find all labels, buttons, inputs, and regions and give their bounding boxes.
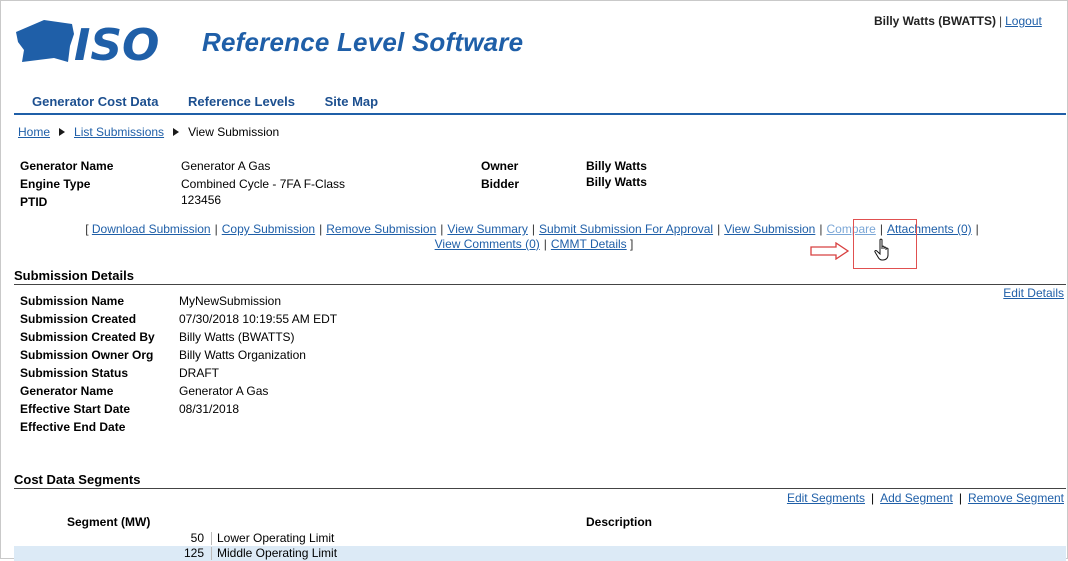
copy-submission-link[interactable]: Copy Submission bbox=[222, 222, 315, 236]
field-value: Billy Watts Organization bbox=[179, 348, 306, 362]
field-label: Submission Status bbox=[20, 366, 129, 380]
page-frame bbox=[0, 0, 1068, 559]
field-label: Submission Owner Org bbox=[20, 348, 154, 362]
cmmt-details-link[interactable]: CMMT Details bbox=[551, 237, 627, 251]
view-summary-link[interactable]: View Summary bbox=[447, 222, 527, 236]
segment-mw: 125 bbox=[183, 546, 204, 560]
add-segment-link[interactable]: Add Segment bbox=[880, 491, 953, 505]
hand-cursor-icon bbox=[874, 238, 889, 261]
bidder-label: Bidder bbox=[481, 177, 520, 191]
main-nav: Generator Cost Data Reference Levels Sit… bbox=[32, 94, 404, 109]
segment-mw: 50 bbox=[190, 531, 204, 545]
edit-segments-link[interactable]: Edit Segments bbox=[787, 491, 865, 505]
field-label: Effective End Date bbox=[20, 420, 126, 434]
ny-state-logo-icon bbox=[16, 20, 74, 62]
table-row: 50 Lower Operating Limit bbox=[14, 531, 1066, 546]
field-label: Submission Name bbox=[20, 294, 125, 308]
engine-type-label: Engine Type bbox=[20, 177, 91, 191]
breadcrumb: Home List Submissions View Submission bbox=[18, 125, 279, 139]
cost-segments-title: Cost Data Segments bbox=[14, 472, 141, 487]
user-name: Billy Watts (BWATTS) bbox=[874, 14, 996, 28]
iso-logo: ISO bbox=[16, 20, 159, 70]
generator-name-label: Generator Name bbox=[20, 159, 114, 173]
user-separator: | bbox=[999, 14, 1003, 28]
app-title: Reference Level Software bbox=[202, 27, 524, 57]
logout-link[interactable]: Logout bbox=[1005, 14, 1042, 28]
field-value: DRAFT bbox=[179, 366, 219, 380]
red-arrow-icon bbox=[810, 242, 850, 260]
segment-actions: Edit Segments | Add Segment | Remove Segment bbox=[786, 491, 1064, 505]
breadcrumb-arrow-icon bbox=[59, 128, 66, 137]
breadcrumb-current: View Submission bbox=[188, 125, 280, 139]
breadcrumb-arrow-icon bbox=[173, 128, 180, 137]
nav-reference-levels[interactable]: Reference Levels bbox=[188, 94, 295, 109]
description-header: Description bbox=[586, 515, 653, 529]
edit-details-link[interactable]: Edit Details bbox=[1003, 286, 1064, 300]
submission-details-title: Submission Details bbox=[14, 268, 134, 283]
submission-details-rule bbox=[14, 284, 1066, 285]
field-value: 07/30/2018 10:19:55 AM EDT bbox=[179, 312, 338, 326]
remove-segment-link[interactable]: Remove Segment bbox=[968, 491, 1064, 505]
logo-text: ISO bbox=[74, 20, 159, 70]
ptid-label: PTID bbox=[20, 195, 48, 209]
field-label: Effective Start Date bbox=[20, 402, 131, 416]
field-label: Submission Created By bbox=[20, 330, 155, 344]
field-value: Generator A Gas bbox=[179, 384, 269, 398]
segment-description: Lower Operating Limit bbox=[217, 531, 335, 545]
owner-value: Billy Watts bbox=[586, 159, 647, 173]
nav-divider bbox=[14, 113, 1066, 115]
breadcrumb-home[interactable]: Home bbox=[18, 125, 50, 139]
cost-segments-rule bbox=[14, 488, 1066, 489]
field-label: Submission Created bbox=[20, 312, 137, 326]
view-submission-link[interactable]: View Submission bbox=[724, 222, 815, 236]
nav-site-map[interactable]: Site Map bbox=[325, 94, 378, 109]
bracket-close: ] bbox=[630, 237, 634, 251]
cell-divider bbox=[211, 532, 212, 545]
segment-mw-header: Segment (MW) bbox=[67, 515, 151, 529]
download-submission-link[interactable]: Download Submission bbox=[92, 222, 211, 236]
engine-type-value: Combined Cycle - 7FA F-Class bbox=[181, 177, 346, 191]
field-label: Generator Name bbox=[20, 384, 114, 398]
remove-submission-link[interactable]: Remove Submission bbox=[326, 222, 436, 236]
nav-generator-cost-data[interactable]: Generator Cost Data bbox=[32, 94, 158, 109]
field-value: 08/31/2018 bbox=[179, 402, 240, 416]
breadcrumb-list-submissions[interactable]: List Submissions bbox=[74, 125, 164, 139]
user-area: Billy Watts (BWATTS) | Logout bbox=[874, 14, 1042, 28]
field-value: MyNewSubmission bbox=[179, 294, 282, 308]
field-value: Billy Watts (BWATTS) bbox=[179, 330, 295, 344]
owner-label: Owner bbox=[481, 159, 519, 173]
bracket-open: [ bbox=[85, 222, 89, 236]
ptid-value: 123456 bbox=[181, 193, 222, 207]
submit-for-approval-link[interactable]: Submit Submission For Approval bbox=[539, 222, 713, 236]
view-comments-link[interactable]: View Comments (0) bbox=[435, 237, 540, 251]
bidder-value: Billy Watts bbox=[586, 175, 647, 189]
segment-description: Middle Operating Limit bbox=[217, 546, 338, 560]
cell-divider bbox=[211, 547, 212, 560]
generator-name-value: Generator A Gas bbox=[181, 159, 271, 173]
